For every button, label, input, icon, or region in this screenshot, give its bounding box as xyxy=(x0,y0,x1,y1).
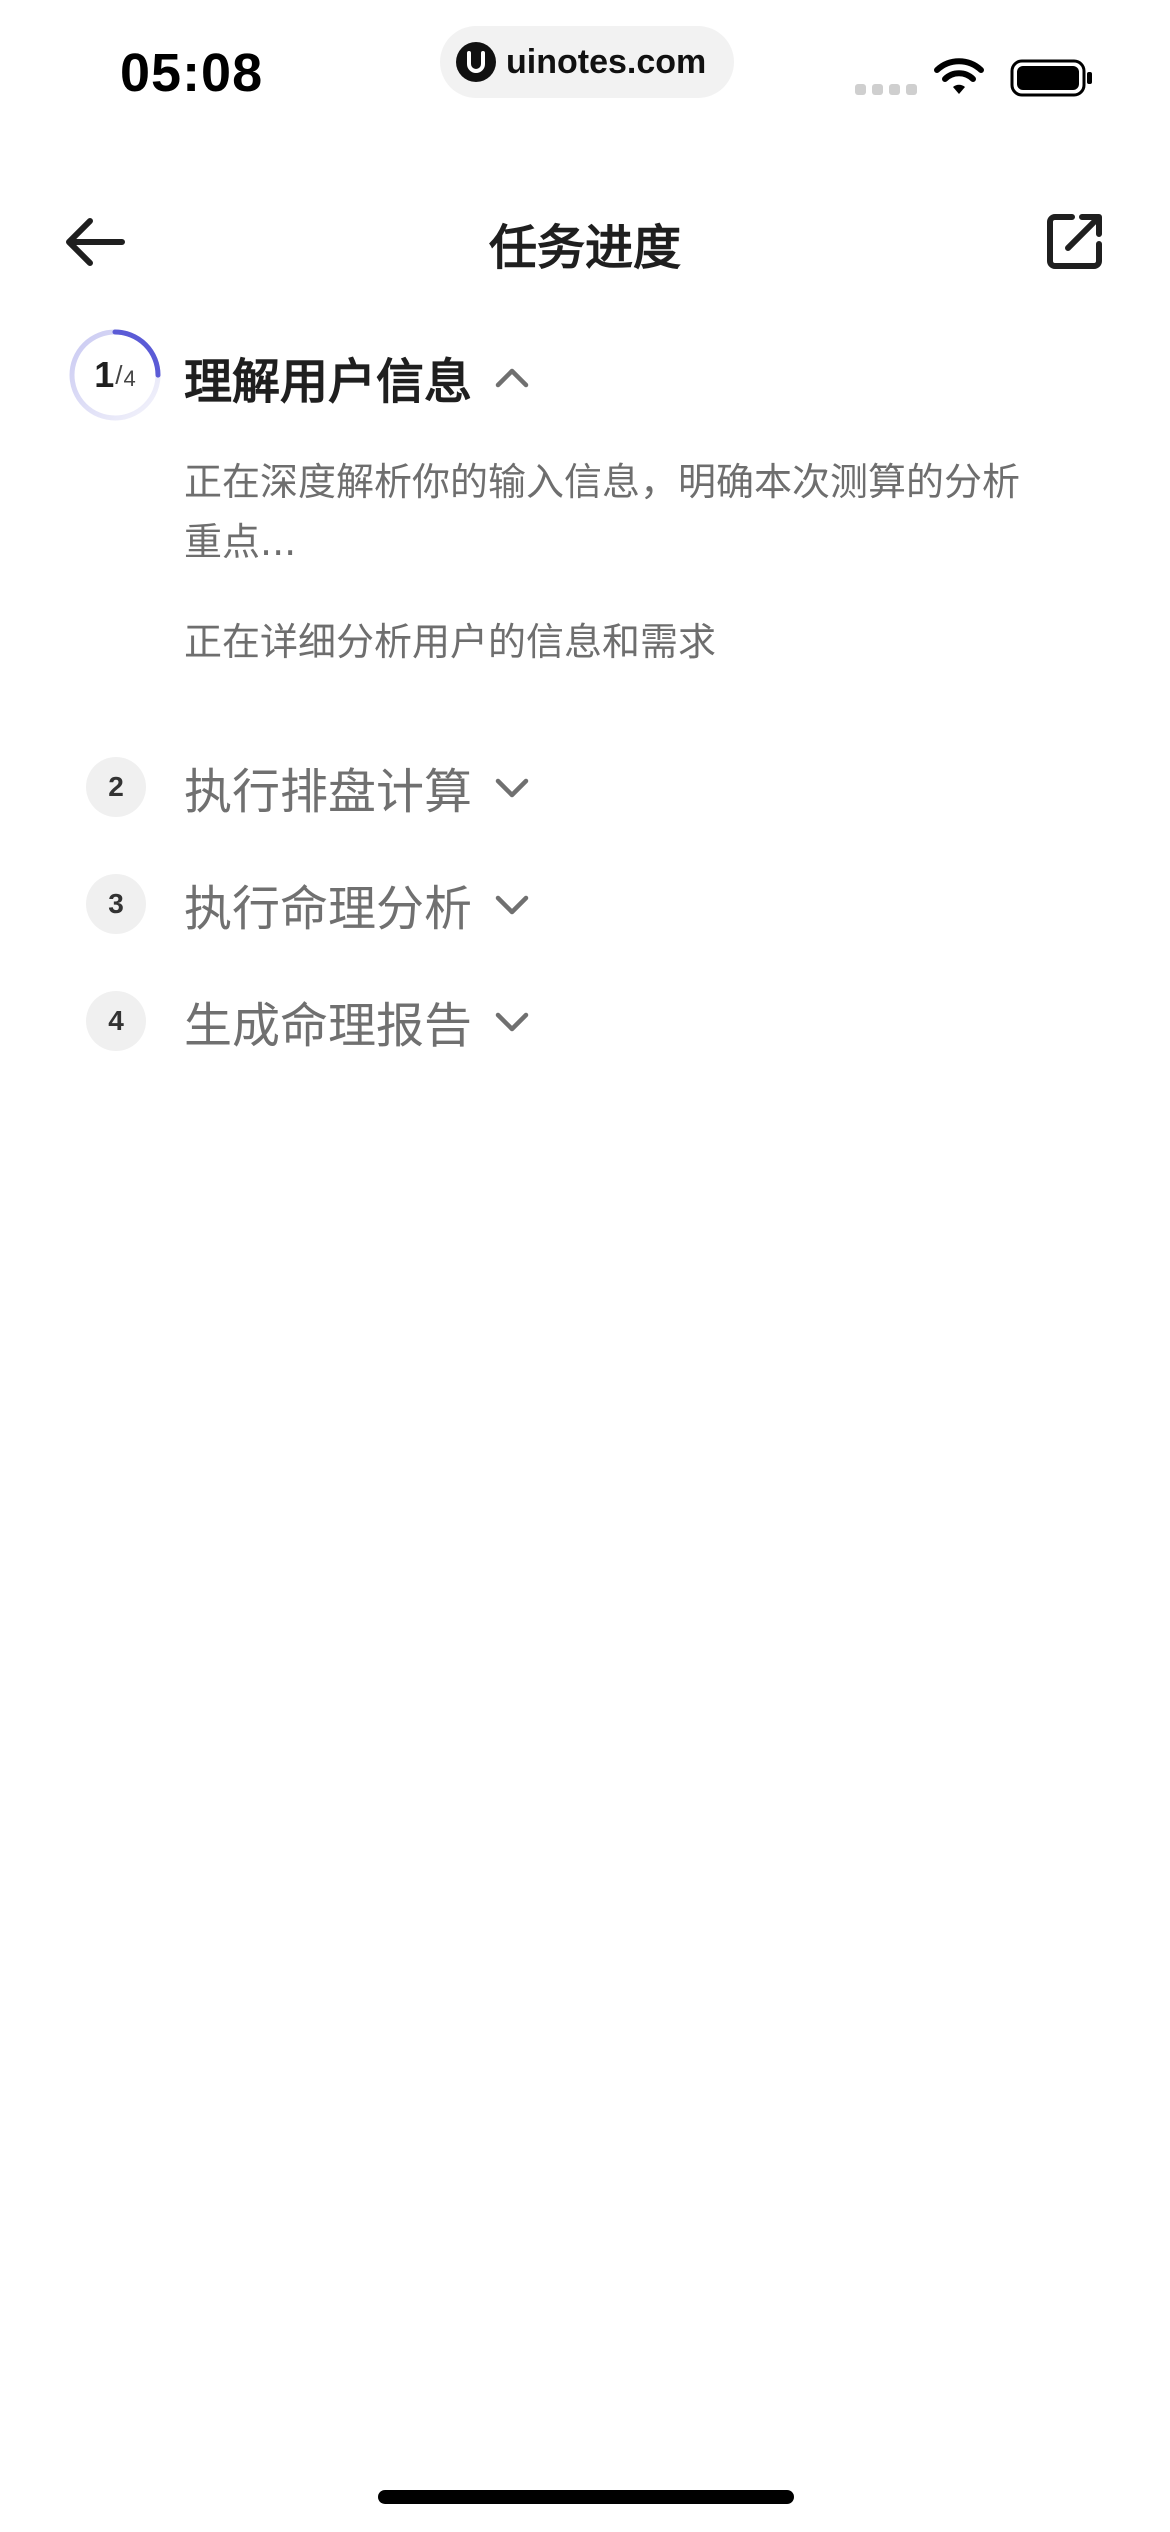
status-bar: 05:08 uinotes.com xyxy=(0,0,1170,140)
url-pill[interactable]: uinotes.com xyxy=(440,26,734,98)
step-title: 生成命理报告 xyxy=(184,998,473,1054)
step-title: 执行排盘计算 xyxy=(184,764,473,820)
step-number-badge: 4 xyxy=(86,991,146,1051)
page-title: 任务进度 xyxy=(488,220,681,276)
step-header-1[interactable]: 理解用户信息 xyxy=(184,342,530,412)
share-button[interactable] xyxy=(1040,206,1110,276)
progress-current: 1 xyxy=(94,354,115,395)
step-detail: 正在详细分析用户的信息和需求 xyxy=(184,620,717,664)
step-item-2[interactable]: 2 执行排盘计算 xyxy=(86,752,1086,822)
nav-bar: 任务进度 xyxy=(0,180,1170,300)
chevron-down-icon xyxy=(494,1009,530,1033)
url-text: uinotes.com xyxy=(506,42,707,81)
chevron-down-icon xyxy=(494,892,530,916)
chevron-down-icon xyxy=(494,775,530,799)
progress-total: 4 xyxy=(123,366,136,391)
home-indicator[interactable] xyxy=(378,2490,794,2504)
step-number-badge: 2 xyxy=(86,757,146,817)
step-item-4[interactable]: 4 生成命理报告 xyxy=(86,986,1086,1056)
chevron-up-icon xyxy=(494,365,530,389)
progress-separator: / xyxy=(115,359,123,390)
step-item-3[interactable]: 3 执行命理分析 xyxy=(86,869,1086,939)
battery-icon xyxy=(1010,58,1094,102)
screen: 05:08 uinotes.com 任务进度 1 / 4 理解用户信息 正在深度… xyxy=(0,0,1170,2532)
progress-counter: 1/4 xyxy=(68,328,162,422)
step-detail: 正在深度解析你的输入信息，明确本次测算的分析重点... xyxy=(184,460,1021,564)
status-time: 05:08 xyxy=(120,43,264,103)
signal-icon xyxy=(855,84,917,95)
step-number-badge: 3 xyxy=(86,874,146,934)
share-external-icon xyxy=(1047,214,1102,269)
site-logo-icon xyxy=(456,42,496,82)
wifi-icon xyxy=(933,56,985,100)
step-title: 理解用户信息 xyxy=(184,354,473,410)
step-title: 执行命理分析 xyxy=(184,881,473,937)
